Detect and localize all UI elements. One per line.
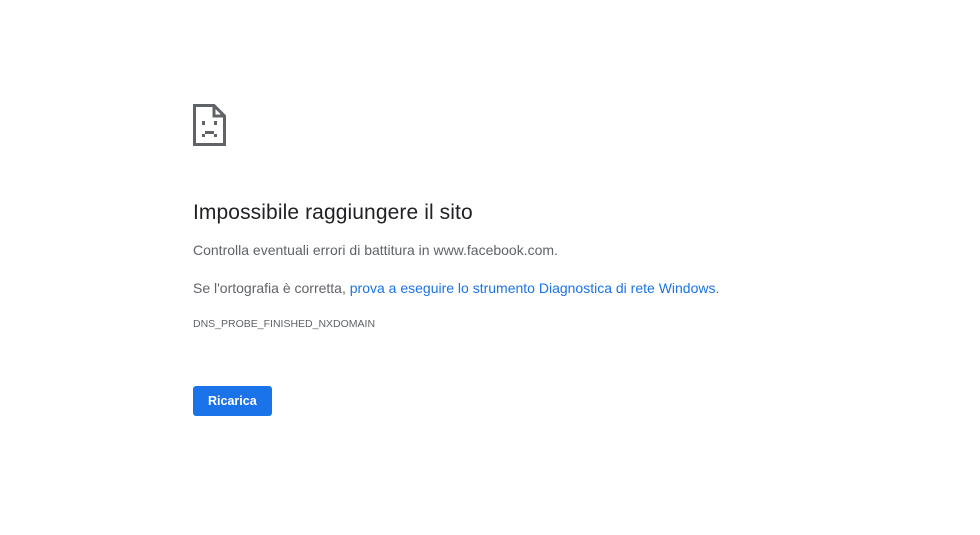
error-code: DNS_PROBE_FINISHED_NXDOMAIN (193, 318, 376, 330)
sad-page-icon (193, 104, 226, 146)
check-typo-text: Controlla eventuali errori di battitura … (193, 242, 558, 258)
diagnostic-suggestion: Se l'ortografia è corretta, prova a eseg… (193, 278, 893, 298)
error-title: Impossibile raggiungere il sito (193, 201, 473, 224)
spelling-prefix-text: Se l'ortografia è corretta, (193, 280, 350, 296)
diagnostic-suffix-text: . (715, 280, 720, 296)
error-page: Impossibile raggiungere il sito Controll… (0, 0, 980, 535)
error-content: Impossibile raggiungere il sito Controll… (193, 104, 893, 416)
reload-button[interactable]: Ricarica (193, 386, 272, 416)
network-diagnostic-link[interactable]: prova a eseguire lo strumento Diagnostic… (350, 280, 716, 296)
